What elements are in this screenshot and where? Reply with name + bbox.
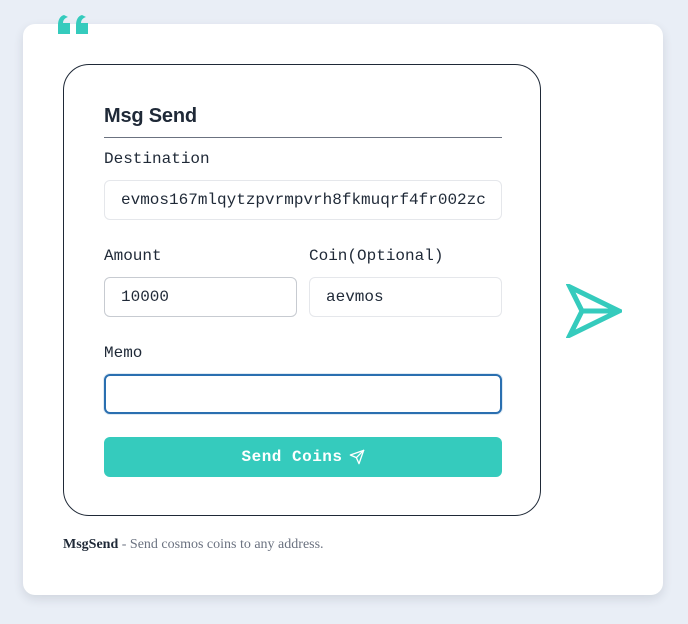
destination-label: Destination xyxy=(104,150,210,168)
title-divider xyxy=(104,137,502,138)
paper-plane-icon xyxy=(566,284,622,338)
paper-plane-icon xyxy=(349,449,364,465)
form-title: Msg Send xyxy=(104,105,197,127)
send-coins-label: Send Coins xyxy=(241,448,343,466)
amount-label: Amount xyxy=(104,247,162,265)
message-caption: MsgSend - Send cosmos coins to any addre… xyxy=(63,537,324,553)
caption-description: Send cosmos coins to any address. xyxy=(129,537,324,552)
msg-send-form: Msg Send Destination Amount Coin(Optiona… xyxy=(63,64,541,516)
memo-input[interactable] xyxy=(104,374,502,414)
memo-label: Memo xyxy=(104,344,143,362)
coin-input[interactable] xyxy=(309,277,502,317)
send-coins-button[interactable]: Send Coins xyxy=(104,437,502,477)
destination-input[interactable] xyxy=(104,180,502,220)
quote-icon xyxy=(58,15,88,34)
coin-label: Coin(Optional) xyxy=(309,247,444,265)
caption-separator: - xyxy=(118,537,130,552)
caption-name: MsgSend xyxy=(63,537,119,552)
amount-input[interactable] xyxy=(104,277,297,317)
